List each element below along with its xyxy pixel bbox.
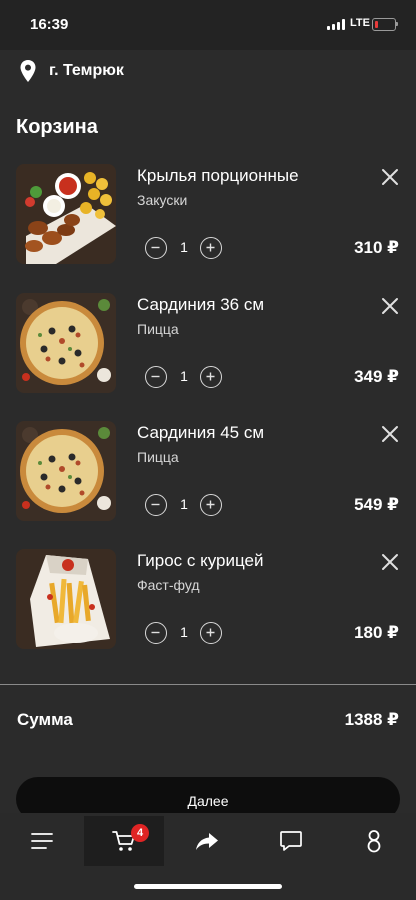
remove-item-button[interactable] [380, 167, 400, 187]
increase-quantity-button[interactable] [200, 366, 222, 388]
pizza-image[interactable] [16, 293, 116, 393]
network-type: LTE [350, 17, 370, 29]
minus-icon [151, 375, 160, 378]
quantity-value: 1 [180, 368, 188, 384]
item-name: Гирос с курицей [137, 551, 264, 570]
plus-icon [206, 243, 215, 252]
decrease-quantity-button[interactable] [145, 494, 167, 516]
close-icon [382, 298, 398, 314]
quantity-value: 1 [180, 239, 188, 255]
total-value: 1388 ₽ [344, 710, 399, 729]
status-bar: 16:39 LTE [0, 0, 416, 50]
remove-item-button[interactable] [380, 552, 400, 572]
item-price: 549 ₽ [354, 495, 399, 514]
cart-item: Гирос с курицей Фаст-фуд 1 180 ₽ [0, 549, 416, 653]
plus-icon [206, 372, 215, 381]
gyros-image[interactable] [16, 549, 116, 649]
tab-cart[interactable]: 4 [84, 816, 164, 866]
decrease-quantity-button[interactable] [145, 622, 167, 644]
battery-icon [372, 18, 396, 31]
divider [0, 684, 416, 685]
location-selector[interactable]: г. Темрюк [18, 58, 124, 84]
chat-icon [280, 831, 302, 851]
increase-quantity-button[interactable] [200, 494, 222, 516]
decrease-quantity-button[interactable] [145, 366, 167, 388]
map-pin-icon [20, 60, 36, 82]
item-price: 310 ₽ [354, 238, 399, 257]
plus-icon [206, 628, 215, 637]
item-category: Фаст-фуд [137, 577, 200, 593]
item-price: 180 ₽ [354, 623, 399, 642]
item-name: Сардиния 45 см [137, 423, 265, 442]
chicken-wings-image[interactable] [16, 164, 116, 264]
cart-count-badge: 4 [131, 824, 149, 842]
item-name: Крылья порционные [137, 166, 299, 185]
pizza-image[interactable] [16, 421, 116, 521]
plus-icon [206, 500, 215, 509]
item-category: Пицца [137, 449, 179, 465]
tab-share[interactable] [167, 816, 247, 866]
cart-item: Крылья порционные Закуски 1 310 ₽ [0, 164, 416, 268]
battery-tip [396, 22, 398, 26]
item-price: 349 ₽ [354, 367, 399, 386]
tab-menu[interactable] [2, 816, 82, 866]
profile-icon [367, 830, 381, 853]
item-category: Пицца [137, 321, 179, 337]
signal-icon [327, 19, 345, 30]
decrease-quantity-button[interactable] [145, 237, 167, 259]
item-name: Сардиния 36 см [137, 295, 265, 314]
close-icon [382, 554, 398, 570]
total-label: Сумма [17, 710, 73, 729]
item-category: Закуски [137, 192, 188, 208]
status-time: 16:39 [30, 16, 69, 33]
cart-item: Сардиния 45 см Пицца 1 549 ₽ [0, 421, 416, 525]
increase-quantity-button[interactable] [200, 622, 222, 644]
quantity-value: 1 [180, 624, 188, 640]
location-city: г. Темрюк [49, 62, 124, 79]
remove-item-button[interactable] [380, 424, 400, 444]
quantity-value: 1 [180, 496, 188, 512]
menu-icon [31, 833, 53, 849]
remove-item-button[interactable] [380, 296, 400, 316]
close-icon [382, 169, 398, 185]
increase-quantity-button[interactable] [200, 237, 222, 259]
minus-icon [151, 246, 160, 249]
page-title: Корзина [16, 116, 98, 138]
close-icon [382, 426, 398, 442]
share-icon [196, 833, 218, 850]
tab-profile[interactable] [334, 816, 414, 866]
tab-chat[interactable] [251, 816, 331, 866]
minus-icon [151, 631, 160, 634]
minus-icon [151, 503, 160, 506]
cart-item: Сардиния 36 см Пицца 1 349 ₽ [0, 293, 416, 397]
home-indicator [134, 884, 282, 889]
